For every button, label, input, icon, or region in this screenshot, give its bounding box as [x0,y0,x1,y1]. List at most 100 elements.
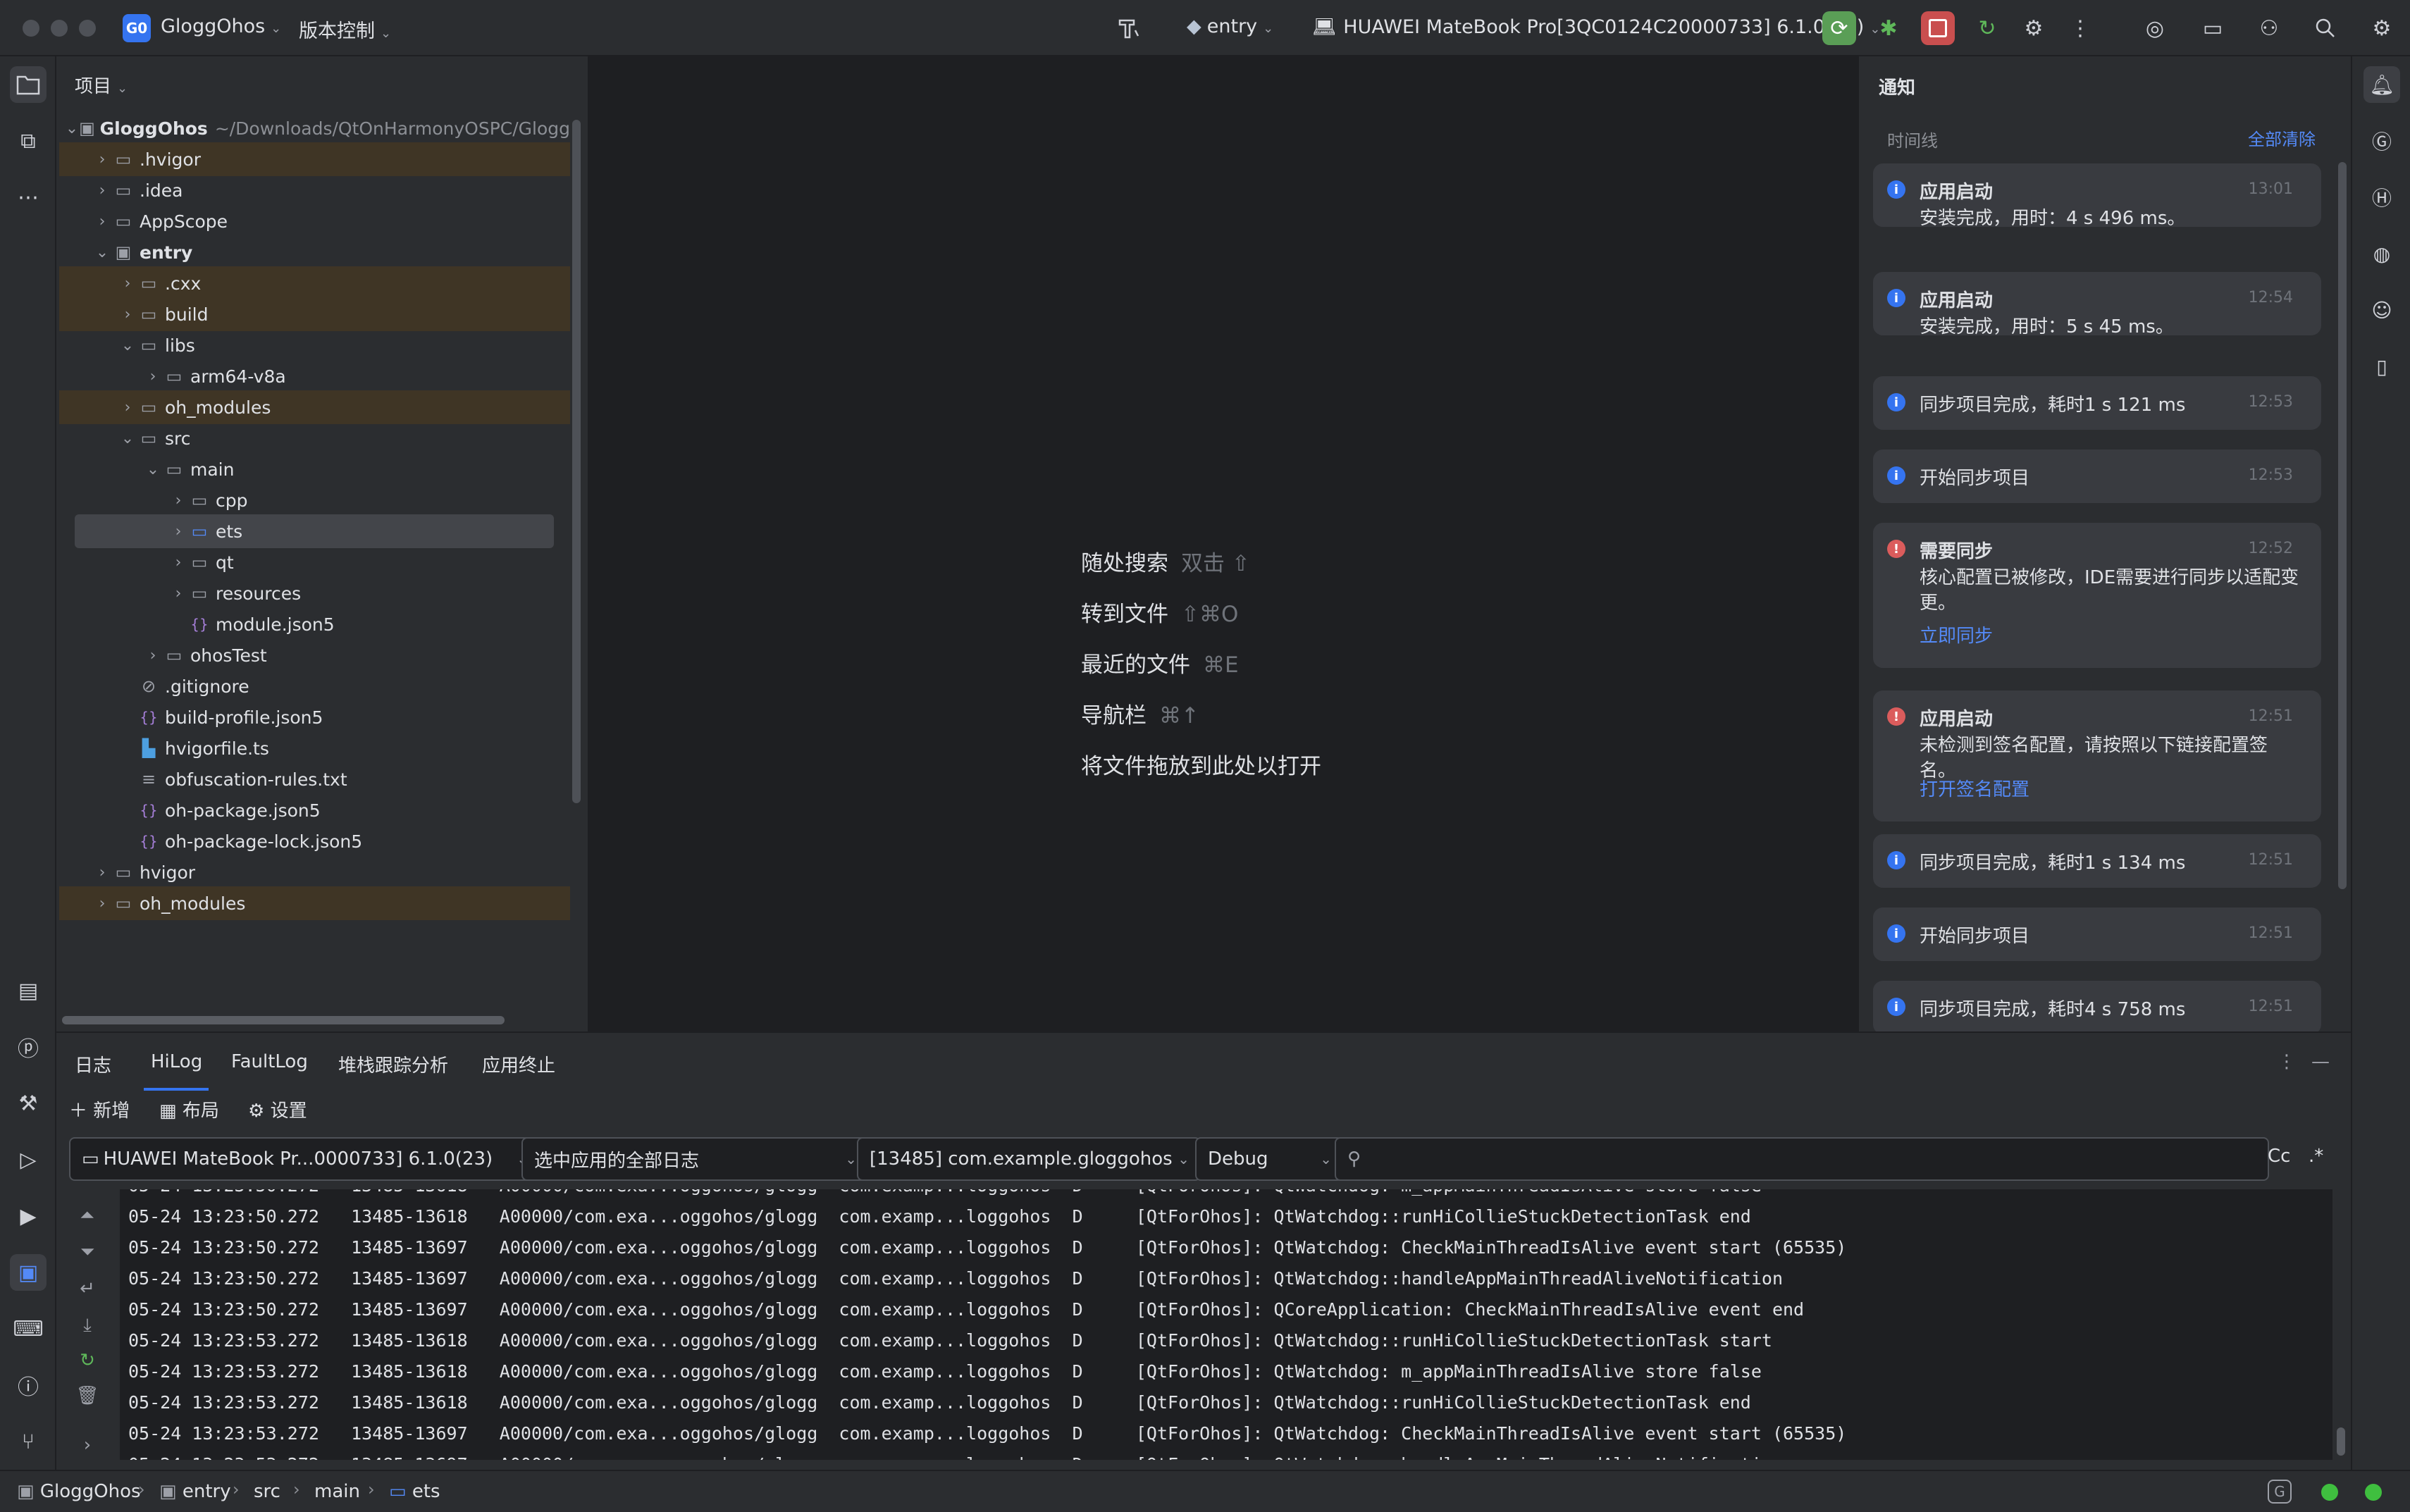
chevron-right-icon[interactable]: › [144,647,162,664]
notification-card[interactable]: i 开始同步项目 12:51 [1873,907,2321,961]
build-hammer-icon[interactable]: ⚒ [10,1085,47,1122]
chevron-right-icon[interactable]: › [169,554,187,571]
tab-stack-trace[interactable]: 堆栈跟踪分析 [338,1051,448,1077]
level-filter[interactable]: Debug ⌄ [1195,1137,1343,1181]
tree-item[interactable]: › ▭ oh_modules [59,886,570,920]
account-icon[interactable]: ⚇ [2252,11,2286,45]
tree-item[interactable]: ⌄ ▣ GloggOhos ~/Downloads/QtOnHarmonyOSPC/G… [59,111,570,145]
apply-changes-icon[interactable]: ↻ [1970,11,2004,45]
notification-action-link[interactable]: 立即同步 [1920,621,1993,647]
scroll-down-icon[interactable]: ⏷ [73,1241,101,1263]
chevron-right-icon[interactable]: › [169,492,187,509]
chevron-right-icon[interactable]: › [73,1434,101,1456]
vertical-scrollbar[interactable] [2338,162,2347,889]
log-line[interactable]: 05-24 13:23:50.272 13485-13697 A00000/co… [128,1268,1783,1289]
log-line[interactable]: 05-24 13:23:53.272 13485-13697 A00000/co… [128,1423,1846,1444]
log-line[interactable]: 05-24 13:23:53.272 13485-13618 A00000/co… [128,1392,1751,1413]
device-selector[interactable]: 💻︎ HUAWEI MateBook Pro[3QC0124C20000733] … [1312,16,1880,38]
ai-assistant-icon[interactable]: ☺ [2363,292,2400,328]
breadcrumb-item[interactable]: ▣ GloggOhos [17,1481,141,1502]
tree-item[interactable]: › ▭ .idea [59,173,570,207]
log-line[interactable]: 05-24 13:23:50.272 13485-13618 A00000/co… [128,1206,1751,1227]
log-line[interactable]: 05-24 13:23:50.272 13485-13697 A00000/co… [128,1299,1804,1320]
tree-item[interactable]: ⌄ ▣ entry [59,235,570,269]
tree-item[interactable]: {} module.json5 [59,607,570,641]
trash-icon[interactable]: 🗑︎ [73,1385,101,1406]
harmony-h-icon[interactable]: Ⓗ [2363,179,2400,216]
chevron-right-icon[interactable]: › [118,275,137,292]
log-line[interactable]: 05-24 13:23:53.272 13485-13618 A00000/co… [128,1330,1772,1351]
chevron-right-icon[interactable]: › [93,213,111,230]
log-search-field[interactable]: ⚲ [1335,1137,2269,1181]
log-scrollbar[interactable] [2337,1427,2345,1456]
chevron-right-icon[interactable]: › [144,368,162,385]
notification-card[interactable]: i 应用启动 13:01 安装完成，用时：4 s 496 ms。 [1873,163,2321,229]
more-horizontal-icon[interactable]: ⋯ [10,179,47,216]
project-view-selector[interactable]: 项目 ⌄ [75,72,128,98]
minimize-icon[interactable]: — [2311,1051,2330,1072]
project-switcher[interactable]: GloggOhos ⌄ [161,16,281,37]
chevron-down-icon[interactable]: ⌄ [66,120,79,137]
vcs-menu[interactable]: 版本控制 ⌄ [299,16,391,43]
notification-card[interactable]: i 同步项目完成，耗时4 s 758 ms 12:51 [1873,981,2321,1031]
tree-item[interactable]: ⊘ .gitignore [59,669,570,703]
horizontal-scrollbar[interactable] [62,1016,505,1024]
log-line[interactable]: 05-24 13:23:50.272 13485-13618 A00000/co… [128,1189,1762,1196]
tree-item[interactable]: › ▭ arm64-v8a [59,359,570,393]
notification-card[interactable]: ! 应用启动 12:51 未检测到签名配置，请按照以下链接配置签名。 打开签名配置 [1873,690,2321,822]
stop-icon[interactable] [1921,11,1955,45]
tree-item[interactable]: {} oh-package.json5 [59,793,570,827]
layout-inspector-icon[interactable]: ▤ [10,972,47,1009]
tree-item[interactable]: ⌄ ▭ src [59,421,570,455]
notification-card[interactable]: i 同步项目完成，耗时1 s 121 ms 12:53 [1873,376,2321,430]
search-icon[interactable] [2309,11,2342,45]
locate-icon[interactable]: ◎ [2138,11,2172,45]
tree-item[interactable]: ⌄ ▭ libs [59,328,570,362]
window-minimize-button[interactable] [51,20,68,37]
settings-gear-icon[interactable]: ⚙ [2365,11,2399,45]
scroll-up-icon[interactable]: ⏶ [73,1205,101,1227]
log-icon[interactable]: ▣ [10,1254,47,1291]
tree-item[interactable]: › ▭ .cxx [59,266,570,300]
regex-toggle[interactable]: .* [2309,1146,2323,1167]
debug-bug-icon[interactable]: ✱ [1872,11,1905,45]
chevron-down-icon[interactable]: ⌄ [118,337,137,354]
build-hammer-icon[interactable] [1112,11,1146,45]
chevron-right-icon[interactable]: › [169,523,187,540]
services-icon[interactable]: ▷ [10,1141,47,1178]
window-close-button[interactable] [23,20,39,37]
tree-item[interactable]: › ▭ ets [75,514,554,548]
soft-wrap-icon[interactable]: ↵ [73,1278,101,1299]
tree-item[interactable]: › ▭ qt [59,545,570,579]
tree-item[interactable]: {} build-profile.json5 [59,700,570,734]
add-button[interactable]: ＋ 新增 [69,1096,130,1122]
breadcrumb-item[interactable]: src [254,1481,280,1502]
profiler-icon[interactable]: ⚙ [2017,11,2051,45]
tree-item[interactable]: › ▭ AppScope [59,204,570,238]
notification-card[interactable]: i 同步项目完成，耗时1 s 134 ms 12:51 [1873,834,2321,888]
tab-app-freeze[interactable]: 应用终止 [482,1051,555,1077]
status-ok-icon[interactable] [2321,1484,2338,1501]
tree-item[interactable]: ⌄ ▭ main [59,452,570,486]
status-ok-icon[interactable] [2365,1484,2382,1501]
structure-icon[interactable]: ⧉ [10,123,47,159]
notification-card[interactable]: i 开始同步项目 12:53 [1873,450,2321,503]
log-line[interactable]: 05-24 13:23:53.272 13485-13618 A00000/co… [128,1361,1762,1382]
clear-all-link[interactable]: 全部清除 [2248,125,2316,150]
tab-faultlog[interactable]: FaultLog [231,1051,308,1072]
vertical-scrollbar[interactable] [572,120,581,803]
run-icon[interactable]: ▶ [10,1198,47,1234]
scroll-to-end-icon[interactable]: ⤓ [73,1315,101,1337]
rerun-icon[interactable]: ⟳ [1822,11,1856,45]
tree-item[interactable]: {} oh-package-lock.json5 [59,824,570,858]
editor-empty-area[interactable]: 随处搜索 双击 ⇧ 转到文件 ⇧⌘O 最近的文件 ⌘E 导航栏 ⌘↑ 将文件拖放到此处以打开 [589,56,1858,1031]
log-line[interactable]: 05-24 13:23:53.272 13485-13697 A00000/co… [128,1454,1783,1460]
tree-item[interactable]: › ▭ build [59,297,570,331]
tab-log[interactable]: 日志 [75,1051,111,1077]
tree-item[interactable]: › ▭ ohosTest [59,638,570,672]
breadcrumb-item[interactable]: main [314,1481,360,1502]
tree-item[interactable]: › ▭ cpp [59,483,570,517]
breadcrumb-item[interactable]: ▣ entry [159,1481,231,1502]
notification-card[interactable]: i 应用启动 12:54 安装完成，用时：5 s 45 ms。 [1873,272,2321,337]
problems-icon[interactable]: ⓘ [10,1367,47,1403]
